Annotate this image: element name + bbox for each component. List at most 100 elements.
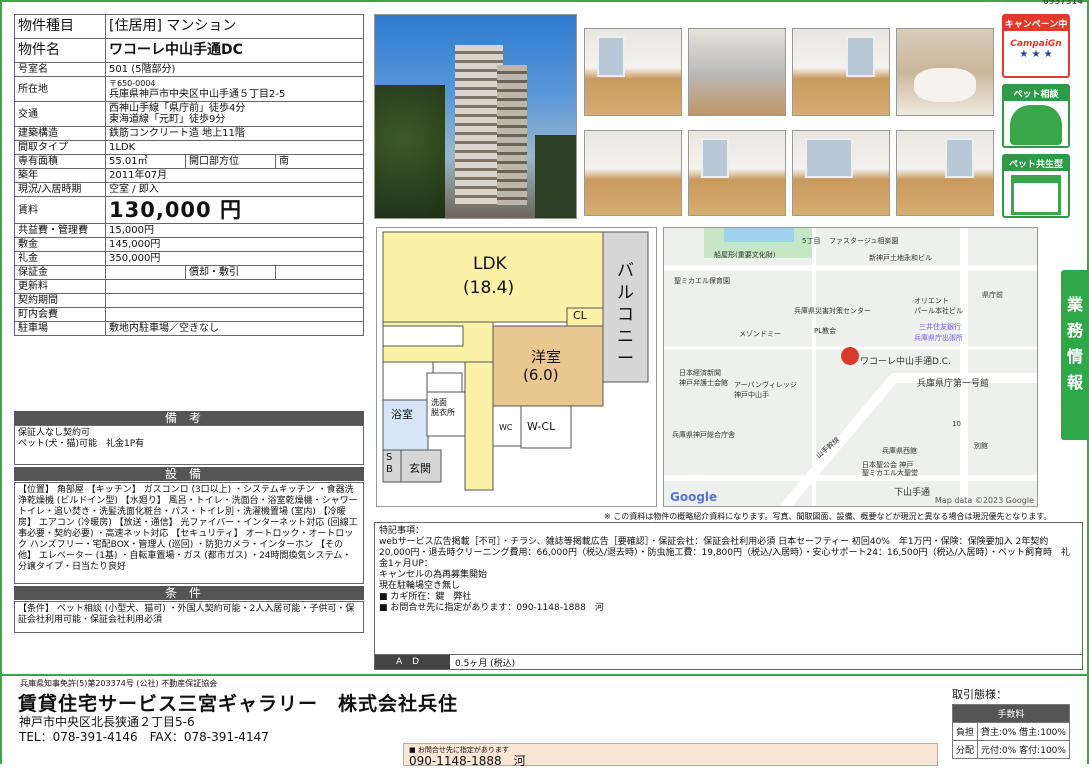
map-label: 兵庫県神戸総合庁舎 <box>672 431 735 439</box>
bikou-content: 保証人なし契約可 ペット(犬・猫)可能 礼金1P有 <box>14 425 364 465</box>
bath-photo[interactable] <box>896 28 994 116</box>
google-logo: Google <box>670 490 718 504</box>
spec-value: 1LDK <box>105 140 364 155</box>
spec-row: 契約期間 <box>14 293 364 308</box>
gyomu-joho-tab[interactable]: 業務情報 <box>1061 270 1089 440</box>
contact-phone: 090-1148-1888 河 <box>409 754 526 768</box>
spec-key: 礼金 <box>14 251 106 266</box>
spec-key-2: 償却・敷引 <box>185 265 276 280</box>
spec-key: 所在地 <box>14 76 106 102</box>
spec-value: 〒650-0004 兵庫県神戸市中央区中山手通５丁目2-5 <box>105 76 364 102</box>
map-label: PL教会 <box>814 327 837 335</box>
spec-key: 町内会費 <box>14 307 106 322</box>
spec-value <box>105 279 364 294</box>
map-label: 県庁前 <box>982 291 1003 299</box>
room-photo-4[interactable] <box>688 130 786 216</box>
spec-value: 鉄筋コンクリート造 地上11階 <box>105 126 364 141</box>
ad-value: 0.5ヶ月 (税込) <box>455 659 516 669</box>
kitchen-photo[interactable] <box>688 28 786 116</box>
company-tel: TEL：078-391-4146 FAX：078-391-4147 <box>19 730 269 744</box>
map-label: ファスタージュ相楽園 <box>829 237 899 245</box>
building-photo[interactable] <box>374 14 577 219</box>
ldk-size: (18.4) <box>463 278 515 298</box>
campaign-badge: キャンペーン中 CampaiGn ★ ★ ★ <box>1002 14 1070 78</box>
spec-value-2 <box>275 265 364 280</box>
room-photo-2[interactable] <box>792 28 890 116</box>
spec-key: 間取タイプ <box>14 140 106 155</box>
spec-key: 現況/入居時期 <box>14 182 106 197</box>
joken-content: 【条件】 ペット相談 (小型犬、猫可) ・外国人契約可能・2人入居可能・子供可・… <box>14 601 364 633</box>
spec-value: 15,000円 <box>105 223 364 238</box>
spec-value-line: 東海道線「元町」徒歩9分 <box>109 114 226 125</box>
remarks-content: webサービス広告掲載［不可］・チラシ、雑誌等掲載広告［要確認］・保証会社：保証… <box>379 537 1071 613</box>
spec-key: 交通 <box>14 101 106 127</box>
map-label: 兵庫県庁第一号館 <box>917 379 990 389</box>
room-photo-3[interactable] <box>584 130 682 216</box>
ldk-label: LDK <box>473 254 507 274</box>
map-label: 聖ミカエル保育園 <box>674 277 730 285</box>
spec-value: 空室 / 即入 <box>105 182 364 197</box>
fee-table: 手数料 負担 貸主:0% 借主:100% 分配 元付:0% 客付:100% <box>951 704 1070 759</box>
fee-header: 手数料 <box>952 704 1070 723</box>
map-label: 神戸中山手 <box>734 391 769 399</box>
spec-row: 礼金 350,000円 <box>14 251 364 266</box>
license: 兵庫県知事免許(5)第203374号 (公社) 不動産保証協会 <box>20 679 218 688</box>
room-photo-5[interactable] <box>792 130 890 216</box>
document-number: 6937314 <box>1042 0 1083 7</box>
pet-kyousei-label: ペット共生型 <box>1004 156 1068 171</box>
bikou-header: 備考 <box>14 411 364 425</box>
spec-key: 保証金 <box>14 265 106 280</box>
spec-key: 賃料 <box>14 196 106 224</box>
spec-value: 145,000円 <box>105 237 364 252</box>
spec-row: 物件名 ワコーレ中山手通DC <box>14 38 364 63</box>
spec-row: 更新料 <box>14 279 364 294</box>
map-label: 新神戸土地永和ビル <box>869 254 932 262</box>
joken-header: 条件 <box>14 586 364 600</box>
pet-silhouette-icon <box>1010 105 1062 145</box>
transaction-terms: 取引態様： 手数料 負担 貸主:0% 借主:100% 分配 元付:0% 客付:100… <box>951 686 1080 759</box>
wc-label: WC <box>499 423 513 432</box>
property-spec-table: 物件種目 [住居用] マンション 物件名 ワコーレ中山手通DC 号室名 501 (5階部分… <box>14 14 364 336</box>
yoshitsu-size: (6.0) <box>523 366 559 384</box>
campaign-sub-label: CampaiGn <box>1010 39 1062 49</box>
setsubi-content: 【位置】 角部屋 【キッチン】 ガスコンロ (3口以上) ・システムキッチン ・… <box>14 482 364 584</box>
spec-row: 賃料 130,000 円 <box>14 196 364 224</box>
shoebox-label: S B <box>386 452 393 475</box>
pet-soudan-badge: ペット相談 <box>1002 84 1070 148</box>
spec-key: 号室名 <box>14 62 106 77</box>
spec-row: 所在地 〒650-0004 兵庫県神戸市中央区中山手通５丁目2-5 <box>14 76 364 102</box>
spec-row: 保証金 償却・敷引 <box>14 265 364 280</box>
spec-value: ワコーレ中山手通DC <box>105 38 364 63</box>
spec-key: 契約期間 <box>14 293 106 308</box>
map-label: ワコーレ中山手通D.C. <box>860 357 951 367</box>
remarks-title: 特記事項： <box>379 526 425 536</box>
map-label: 神戸弁護士会館 <box>679 379 728 387</box>
spec-row: 築年 2011年07月 <box>14 168 364 183</box>
spec-key: 共益費・管理費 <box>14 223 106 238</box>
spec-key: 物件名 <box>14 38 106 63</box>
location-map[interactable]: 5丁目 ファスタージュ相楽園 船屋形(重要文化財) 新神戸土地永和ビル 聖ミカエル保育園… <box>663 227 1038 507</box>
spec-key: 更新料 <box>14 279 106 294</box>
room-photo-1[interactable] <box>584 28 682 116</box>
ad-label: AD <box>375 655 450 669</box>
room-photo-6[interactable] <box>896 130 994 216</box>
spec-key: 専有面積 <box>14 154 106 169</box>
spec-value: 西神山手線「県庁前」徒歩4分 東海道線「元町」徒歩9分 <box>105 101 364 127</box>
spec-row: 号室名 501 (5階部分) <box>14 62 364 77</box>
map-label: メゾンドミー <box>739 330 781 338</box>
spec-value <box>105 293 364 308</box>
spec-value: 130,000 円 <box>105 196 364 224</box>
balcony-label: バルコニー <box>617 261 634 369</box>
spec-value-line: 西神山手線「県庁前」徒歩4分 <box>109 103 246 114</box>
ad-bar: AD 0.5ヶ月 (税込) <box>374 654 1083 670</box>
stars-icon: ★ ★ ★ <box>1019 49 1053 60</box>
map-label: 兵庫県庁出張所 <box>914 334 963 342</box>
spec-key: 物件種目 <box>14 14 106 39</box>
map-label: 下山手通 <box>894 488 931 498</box>
spec-row: 交通 西神山手線「県庁前」徒歩4分 東海道線「元町」徒歩9分 <box>14 101 364 127</box>
spec-value-line: 兵庫県神戸市中央区中山手通５丁目2-5 <box>109 89 286 100</box>
spec-key: 敷金 <box>14 237 106 252</box>
spec-value <box>105 307 364 322</box>
yoshitsu-label: 洋室 <box>531 348 562 366</box>
spec-key: 駐車場 <box>14 321 106 336</box>
